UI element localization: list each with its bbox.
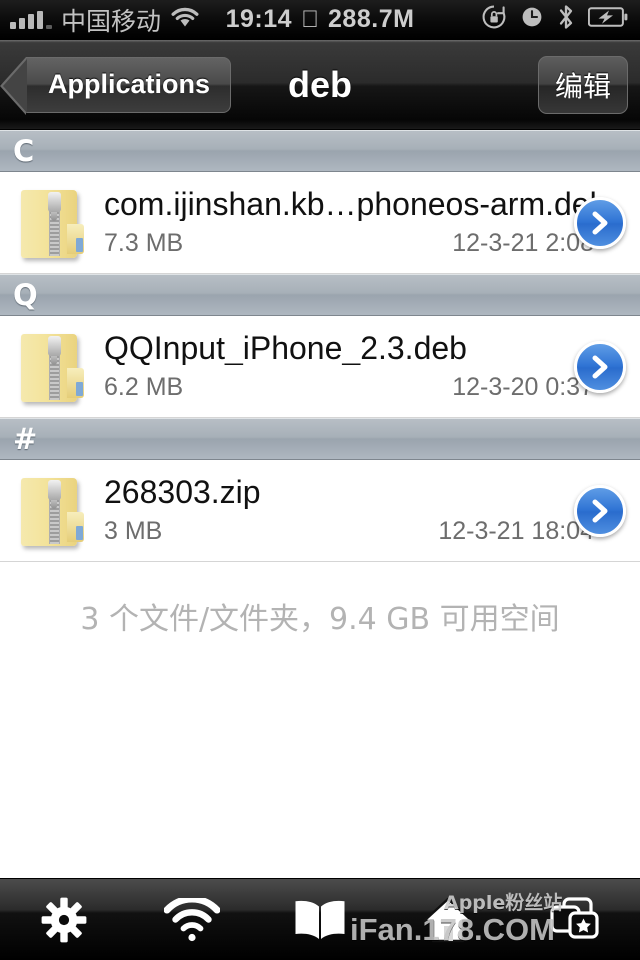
zip-folder-icon (0, 330, 104, 404)
bookmarks-tab[interactable] (256, 879, 384, 960)
wifi-icon (164, 897, 220, 942)
zip-folder-icon (0, 186, 104, 260)
row-text: 268303.zip 3 MB 12-3-21 18:04 (104, 475, 640, 547)
navigation-bar: Applications deb 编辑 (0, 40, 640, 130)
status-bar-right (481, 3, 640, 36)
bluetooth-icon (557, 3, 575, 36)
file-meta: 7.3 MB 12-3-21 2:08 (104, 229, 626, 258)
section-header: # (0, 418, 640, 460)
file-name: 268303.zip (104, 474, 261, 510)
home-tab[interactable] (384, 879, 512, 960)
book-icon (291, 898, 349, 942)
wifi-tab[interactable] (128, 879, 256, 960)
table-row[interactable]: 268303.zip 3 MB 12-3-21 18:04 (0, 460, 640, 562)
disclosure-chevron-icon[interactable] (574, 196, 626, 249)
apple-logo-icon:  (301, 7, 319, 32)
clock-label: 19:14 (225, 5, 293, 33)
signal-bars-icon (10, 10, 52, 29)
edit-button[interactable]: 编辑 (537, 55, 628, 114)
row-text: com.ijinshan.kb…phoneos-arm.deb 7.3 MB 1… (104, 187, 640, 259)
file-size: 7.3 MB (104, 229, 184, 258)
row-text: QQInput_iPhone_2.3.deb 6.2 MB 12-3-20 0:… (104, 331, 640, 403)
file-size: 3 MB (104, 517, 163, 546)
file-meta: 6.2 MB 12-3-20 0:37 (104, 373, 626, 402)
file-list: C com.ijinshan.kb…phoneos-arm.deb 7.3 MB… (0, 130, 640, 638)
file-name: com.ijinshan.kb…phoneos-arm.deb (104, 186, 608, 222)
section-header: Q (0, 274, 640, 316)
disclosure-chevron-icon[interactable] (574, 340, 626, 393)
status-bar: 中国移动 19:14  288.7M (0, 0, 640, 40)
settings-tab[interactable] (0, 879, 128, 960)
alarm-clock-icon (520, 5, 544, 34)
back-button-label: Applications (48, 69, 211, 99)
iphone-screen: 中国移动 19:14  288.7M (0, 0, 640, 960)
table-row[interactable]: QQInput_iPhone_2.3.deb 6.2 MB 12-3-20 0:… (0, 316, 640, 418)
carrier-label: 中国移动 (61, 6, 162, 36)
list-summary: 3 个文件/文件夹，9.4 GB 可用空间 (80, 602, 560, 637)
disclosure-chevron-icon[interactable] (574, 484, 626, 537)
back-button[interactable]: Applications (0, 56, 232, 115)
windows-tab[interactable] (512, 879, 640, 960)
gear-icon (39, 895, 89, 945)
zip-folder-icon (0, 474, 104, 548)
home-icon (421, 896, 475, 944)
table-row[interactable]: com.ijinshan.kb…phoneos-arm.deb 7.3 MB 1… (0, 172, 640, 274)
file-size: 6.2 MB (104, 373, 184, 402)
wifi-icon (170, 6, 200, 33)
free-memory-label: 288.7M (319, 5, 414, 33)
bottom-toolbar: Apple粉丝站 iFan.178.COM (0, 878, 640, 960)
file-meta: 3 MB 12-3-21 18:04 (104, 517, 626, 546)
battery-charging-icon (587, 6, 628, 33)
file-name: QQInput_iPhone_2.3.deb (104, 330, 467, 366)
windows-stack-icon (548, 896, 604, 944)
section-header: C (0, 130, 640, 172)
status-bar-left: 中国移动 (0, 2, 200, 38)
edit-button-label: 编辑 (554, 69, 611, 103)
rotation-lock-icon (481, 4, 507, 35)
